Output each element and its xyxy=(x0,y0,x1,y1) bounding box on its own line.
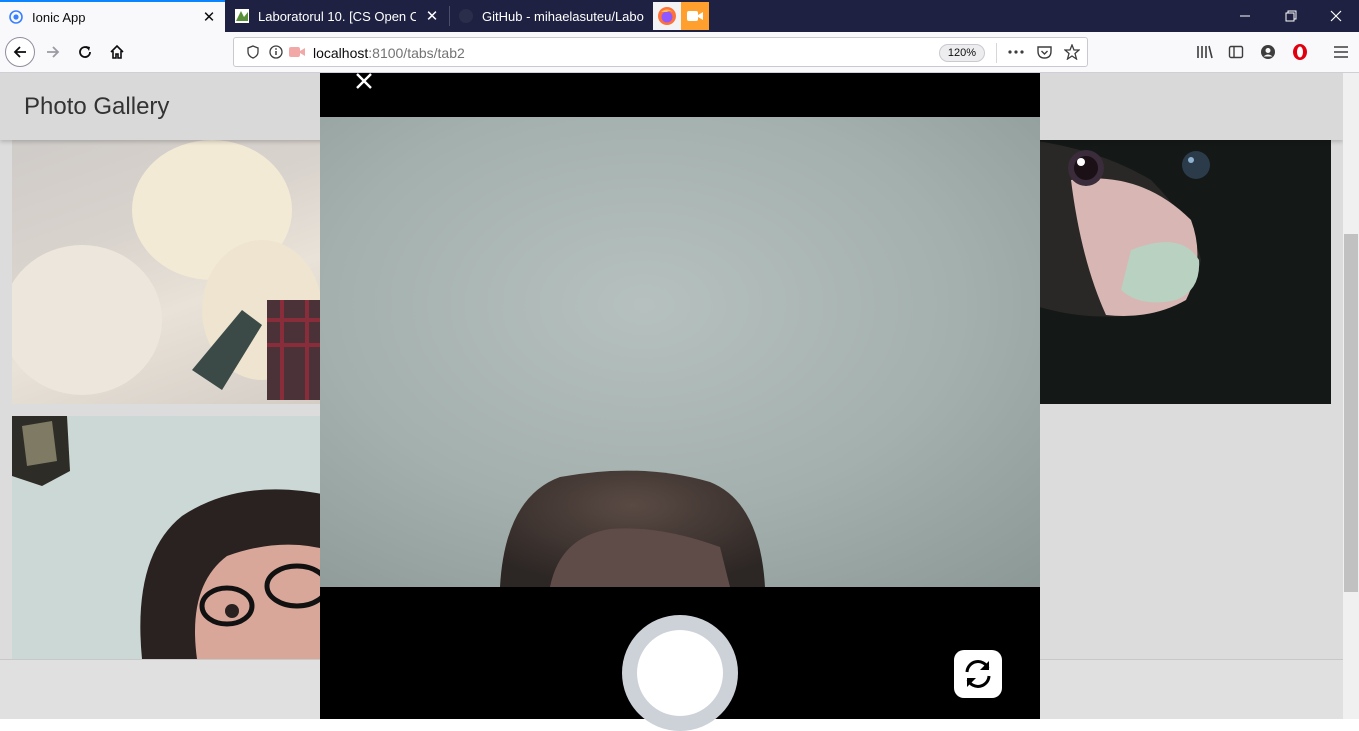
account-icon xyxy=(1261,45,1275,59)
gallery-photo[interactable] xyxy=(1011,140,1331,404)
reload-button[interactable] xyxy=(70,37,100,67)
sidebar-button[interactable] xyxy=(1221,37,1251,67)
tab-close-icon[interactable]: ✕ xyxy=(201,9,217,26)
camera-modal xyxy=(320,73,1040,731)
window-close-button[interactable] xyxy=(1313,0,1359,32)
restore-icon xyxy=(1285,10,1297,22)
firefox-pinned-tab[interactable] xyxy=(653,2,681,30)
minimize-icon xyxy=(1240,15,1250,17)
tab-github[interactable]: GitHub - mihaelasuteu/Laborat xyxy=(450,0,652,32)
url-separator xyxy=(996,43,997,63)
back-button[interactable] xyxy=(5,37,35,67)
tab-strip: Ionic App ✕ Laboratorul 10. [CS Open Cou… xyxy=(0,0,1359,32)
tracking-protection-shield-icon[interactable] xyxy=(245,44,261,60)
forward-button[interactable] xyxy=(38,37,68,67)
page-actions-icon[interactable] xyxy=(1008,44,1024,60)
github-favicon-icon xyxy=(458,8,474,24)
pocket-icon[interactable] xyxy=(1036,44,1052,60)
site-info-icon[interactable] xyxy=(268,44,284,60)
account-button[interactable] xyxy=(1253,37,1283,67)
ocw-favicon-icon xyxy=(234,8,250,24)
zoom-indicator[interactable]: 120% xyxy=(939,44,985,62)
library-icon xyxy=(1197,45,1213,59)
camera-preview xyxy=(320,117,1040,587)
tab-title: Laboratorul 10. [CS Open Cour xyxy=(258,8,416,24)
library-button[interactable] xyxy=(1190,37,1220,67)
address-bar[interactable]: localhost:8100/tabs/tab2 120% xyxy=(233,37,1088,67)
tab-laboratorul[interactable]: Laboratorul 10. [CS Open Cour ✕ xyxy=(226,0,448,32)
tab-title: Ionic App xyxy=(32,9,86,25)
shutter-button[interactable] xyxy=(622,615,738,731)
tab-title: GitHub - mihaelasuteu/Laborat xyxy=(482,8,644,24)
navigation-toolbar: localhost:8100/tabs/tab2 120% xyxy=(0,32,1359,73)
minimize-button[interactable] xyxy=(1222,0,1268,32)
firefox-icon xyxy=(658,7,676,25)
video-camera-icon xyxy=(687,11,703,21)
url-host: localhost xyxy=(313,45,369,61)
home-button[interactable] xyxy=(102,37,132,67)
close-camera-button[interactable] xyxy=(352,69,376,93)
flip-camera-button[interactable] xyxy=(954,650,1002,698)
arrow-left-icon xyxy=(13,46,26,58)
menu-button[interactable] xyxy=(1326,37,1356,67)
restore-button[interactable] xyxy=(1268,0,1314,32)
close-icon xyxy=(356,73,372,89)
opera-extension-button[interactable] xyxy=(1285,37,1315,67)
camera-permission-icon[interactable] xyxy=(289,44,305,60)
arrow-right-icon xyxy=(47,46,60,58)
gallery-photo[interactable] xyxy=(12,416,332,659)
page-scrollbar-thumb[interactable] xyxy=(1344,234,1358,592)
gallery-photo[interactable] xyxy=(12,140,332,404)
ionic-favicon-icon xyxy=(8,9,24,25)
sidebar-icon xyxy=(1228,45,1244,59)
hamburger-icon xyxy=(1334,46,1348,58)
camera-flip-icon xyxy=(965,660,991,688)
page-title: Photo Gallery xyxy=(24,93,170,120)
close-icon xyxy=(1330,10,1342,22)
url-text: localhost:8100/tabs/tab2 xyxy=(313,45,465,61)
opera-icon xyxy=(1293,44,1307,60)
tab-ionic-app[interactable]: Ionic App ✕ xyxy=(0,0,225,32)
url-path: :8100/tabs/tab2 xyxy=(368,45,465,61)
reload-icon xyxy=(79,46,91,58)
tab-close-icon[interactable]: ✕ xyxy=(424,8,440,25)
shutter-button-inner xyxy=(637,630,723,716)
camera-sharing-indicator[interactable] xyxy=(681,2,709,30)
home-icon xyxy=(110,44,124,59)
bookmark-star-icon[interactable] xyxy=(1064,44,1080,60)
